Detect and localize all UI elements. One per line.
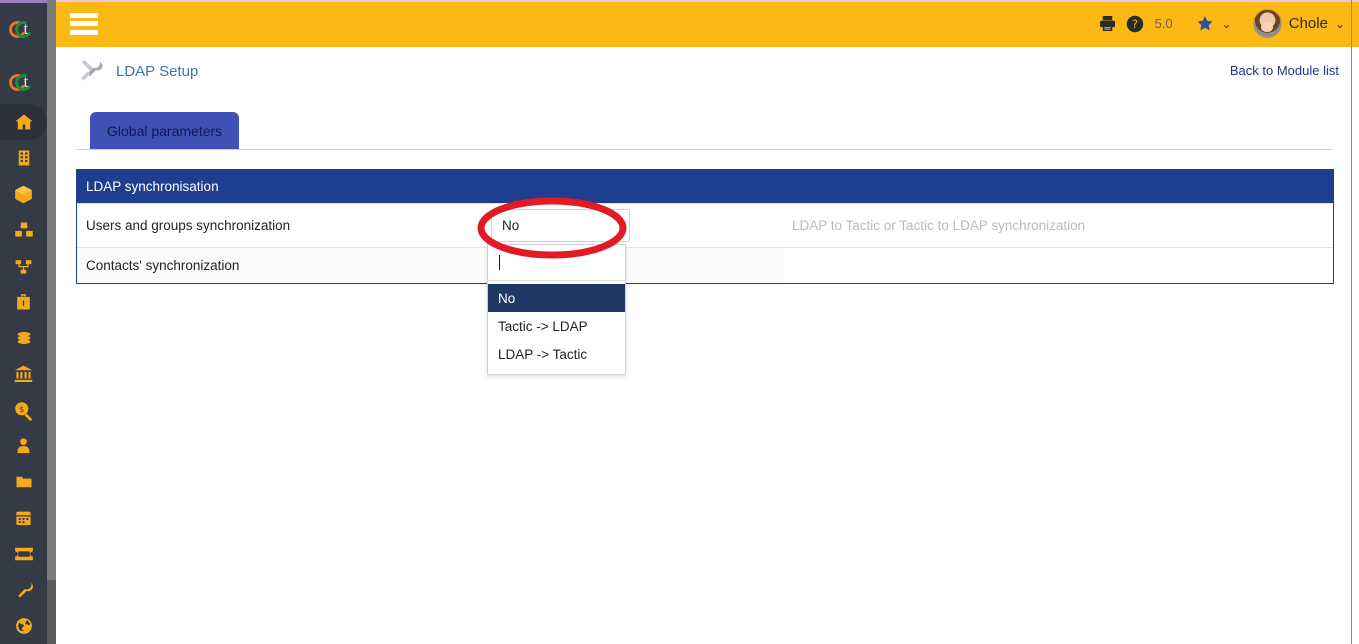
sidebar-rail: t t $ (0, 0, 47, 644)
globe-icon (15, 618, 32, 634)
bookmark-menu[interactable]: ⌄ (1195, 14, 1232, 33)
version-label: 5.0 (1154, 16, 1173, 31)
sidebar-item-products[interactable] (0, 176, 47, 212)
dropdown-search-input[interactable] (488, 245, 625, 281)
box-icon (15, 185, 32, 203)
sidebar-item-website[interactable] (0, 608, 47, 644)
table-row: Contacts' synchronization (77, 247, 1333, 283)
tab-bar: Global parameters (56, 104, 1359, 150)
top-bar: ? 5.0 ⌄ Chole ⌄ (56, 0, 1359, 47)
sidebar-item-billing[interactable] (0, 320, 47, 356)
sync-select-dropdown: No Tactic -> LDAP LDAP -> Tactic (487, 244, 626, 375)
user-menu[interactable]: Chole ⌄ (1252, 9, 1345, 38)
table-row: Users and groups synchronization No LDAP… (77, 203, 1333, 247)
magnifier-dollar-icon: $ (15, 401, 33, 421)
printer-icon[interactable] (1098, 14, 1117, 33)
sidebar-item-third-parties[interactable] (0, 140, 47, 176)
sidebar-item-stock[interactable] (0, 212, 47, 248)
sidebar-item-tickets[interactable] (0, 536, 47, 572)
option-label: Tactic -> LDAP (498, 318, 588, 334)
sidebar-item-projects[interactable] (0, 464, 47, 500)
star-icon (1197, 15, 1213, 31)
top-bar-right: ? 5.0 ⌄ Chole ⌄ (1098, 9, 1345, 38)
svg-text:?: ? (1132, 17, 1138, 30)
page-header: LDAP Setup Back to Module list (56, 47, 1359, 96)
brand-logo-secondary[interactable]: t (0, 63, 47, 103)
coins-icon (17, 332, 30, 344)
right-edge-divider (1351, 0, 1352, 644)
option-label: LDAP -> Tactic (498, 346, 588, 362)
bank-icon (14, 365, 33, 382)
row-help-text: LDAP to Tactic or Tactic to LDAP synchro… (792, 218, 1086, 233)
stock-boxes-icon (14, 222, 33, 237)
hamburger-icon[interactable] (70, 12, 98, 35)
dropdown-option-ldap-to-tactic[interactable]: LDAP -> Tactic (488, 340, 625, 368)
folder-icon (16, 476, 31, 488)
select-value: No (502, 218, 520, 233)
brand-logo-top[interactable]: t (0, 10, 47, 50)
logo-letter: t (23, 19, 29, 38)
sidebar-item-commercial[interactable] (0, 284, 47, 320)
dropdown-option-list: No Tactic -> LDAP LDAP -> Tactic (488, 281, 625, 374)
hamburger-bar (70, 12, 98, 18)
wrench-icon (17, 582, 33, 598)
page-title: LDAP Setup (116, 63, 199, 80)
row-label: Users and groups synchronization (86, 218, 291, 233)
sidebar-item-bank[interactable] (0, 356, 47, 392)
user-icon (17, 438, 30, 454)
sidebar-items: $ (0, 104, 47, 644)
sidebar-item-tools[interactable] (0, 572, 47, 608)
dropdown-option-no[interactable]: No (488, 284, 625, 312)
rail-divider-lower (47, 580, 56, 644)
rail-top-accent (0, 0, 47, 3)
home-icon (14, 114, 33, 130)
chevron-down-icon: ⌄ (1221, 16, 1232, 31)
users-groups-sync-select[interactable]: No (491, 209, 630, 242)
briefcase-icon (17, 294, 30, 310)
option-label: No (498, 290, 516, 306)
sidebar-item-hrm[interactable] (0, 428, 47, 464)
row-field: No (487, 204, 784, 247)
tab-global-parameters[interactable]: Global parameters (90, 112, 240, 150)
dropdown-option-tactic-to-ldap[interactable]: Tactic -> LDAP (488, 312, 625, 340)
ldap-synchronisation-panel: LDAP synchronisation Users and groups sy… (76, 169, 1334, 284)
sidebar-item-agenda[interactable] (0, 500, 47, 536)
back-to-module-list-link[interactable]: Back to Module list (1230, 63, 1339, 78)
top-bar-accent (56, 0, 1359, 2)
calendar-icon (16, 511, 31, 526)
row-help-text (784, 248, 1333, 283)
rail-divider (47, 0, 56, 644)
tab-underline (76, 149, 1333, 150)
row-label: Contacts' synchronization (77, 248, 487, 283)
building-icon (18, 150, 29, 166)
user-name-label: Chole (1288, 15, 1328, 32)
svg-text:$: $ (19, 404, 24, 413)
logo-letter: t (23, 72, 29, 91)
chevron-down-icon: ⌄ (1334, 16, 1345, 31)
hamburger-bar (70, 21, 98, 26)
sidebar-item-home[interactable] (0, 104, 47, 140)
help-circle-icon[interactable]: ? (1126, 15, 1144, 33)
sitemap-icon (15, 259, 32, 274)
panel-header: LDAP synchronisation (77, 170, 1333, 203)
sidebar-item-accounting[interactable]: $ (0, 392, 47, 428)
avatar (1252, 9, 1282, 38)
sidebar-item-manufacturing[interactable] (0, 248, 47, 284)
tools-icon (81, 59, 103, 81)
text-cursor (499, 255, 500, 270)
tab-label: Global parameters (107, 123, 223, 139)
app-root: t t $ ? 5.0 ⌄ Chole ⌄ LDAP Setup Back to… (0, 0, 1359, 644)
ticket-icon (14, 547, 33, 561)
hamburger-bar (70, 29, 98, 35)
